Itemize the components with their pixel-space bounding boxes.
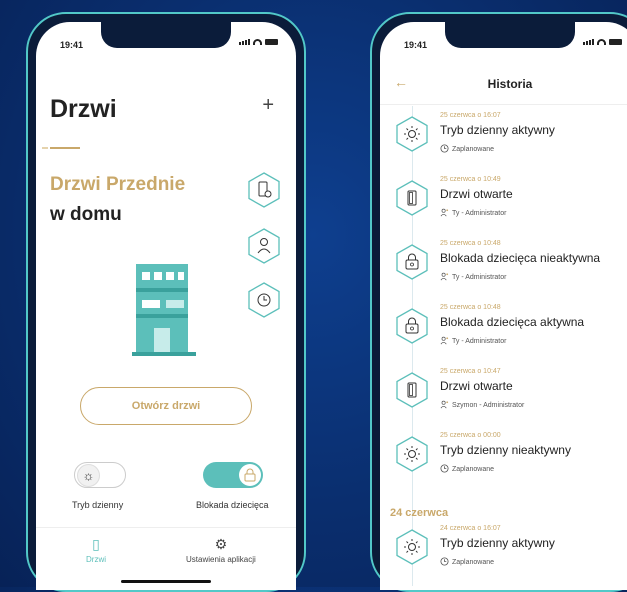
signal-icon xyxy=(583,39,594,45)
tab-app-settings[interactable]: ⚙ Ustawienia aplikacji xyxy=(186,536,256,564)
history-entry: 25 czerwca o 10:48 Blokada dziecięca akty… xyxy=(380,304,627,366)
entry-subtitle-text: Zaplanowane xyxy=(452,466,495,473)
status-icons xyxy=(239,39,278,45)
clock-icon xyxy=(440,144,449,155)
clock-icon xyxy=(440,557,449,568)
tab-doors-label: Drzwi xyxy=(86,555,106,564)
history-icon xyxy=(248,282,280,318)
entry-subtitle: Ty - Administrator xyxy=(440,336,506,347)
sun-icon xyxy=(396,436,428,472)
door-name: Drzwi Przednie xyxy=(50,174,186,195)
sun-icon: ☼ xyxy=(77,464,100,487)
admin-icon xyxy=(440,272,449,283)
door-settings-button[interactable] xyxy=(248,172,280,208)
wifi-icon xyxy=(253,39,262,45)
entry-date: 25 czerwca o 00:00 xyxy=(440,432,501,439)
entry-date: 25 czerwca o 10:49 xyxy=(440,176,501,183)
notch xyxy=(101,22,231,48)
child-lock-icon xyxy=(239,464,261,486)
door-location: w domu xyxy=(50,204,122,225)
header-divider xyxy=(380,104,627,105)
day-header: 24 czerwca xyxy=(390,507,449,519)
status-time: 19:41 xyxy=(404,40,428,50)
door-icon xyxy=(396,372,428,408)
day-mode-toggle[interactable]: ☼ xyxy=(74,462,126,488)
clock-icon xyxy=(440,464,449,475)
history-entry: 25 czerwca o 10:47 Drzwi otwarte Szymon - … xyxy=(380,368,627,430)
status-time: 19:41 xyxy=(60,40,84,50)
entry-title: Drzwi otwarte xyxy=(440,379,513,393)
history-entry: 24 czerwca o 16:07 Tryb dzienny aktywny Za… xyxy=(380,525,627,587)
entry-subtitle-text: Zaplanowane xyxy=(452,559,495,566)
child-lock-label: Blokada dziecięca xyxy=(196,500,269,510)
entry-subtitle: Zaplanowane xyxy=(440,144,494,155)
entry-title: Tryb dzienny aktywny xyxy=(440,536,555,550)
entry-title: Blokada dziecięca nieaktywna xyxy=(440,251,601,265)
doors-screen: 19:41 Drzwi + Drzwi Przednie w domu Otwó… xyxy=(36,22,296,590)
entry-subtitle: Zaplanowane xyxy=(440,557,494,568)
door-icon xyxy=(396,180,428,216)
gear-icon: ⚙ xyxy=(214,536,228,552)
day-mode-label: Tryb dzienny xyxy=(72,500,124,510)
accent-divider xyxy=(42,147,80,149)
entry-subtitle: Ty - Administrator xyxy=(440,272,506,283)
entry-subtitle-text: Ty - Administrator xyxy=(452,338,507,345)
entry-date: 25 czerwca o 10:48 xyxy=(440,240,501,247)
status-icons xyxy=(583,39,622,45)
entry-subtitle-text: Zaplanowane xyxy=(452,146,495,153)
entry-date: 25 czerwca o 16:07 xyxy=(440,112,501,119)
child-lock-toggle[interactable] xyxy=(203,462,263,488)
door-icon: ▯ xyxy=(92,536,100,552)
history-button[interactable] xyxy=(248,282,280,318)
history-entry: 25 czerwca o 00:00 Tryb dzienny nieaktywn… xyxy=(380,432,627,494)
home-indicator xyxy=(121,580,211,583)
sun-icon xyxy=(396,529,428,565)
open-door-button[interactable]: Otwórz drzwi xyxy=(80,387,252,425)
entry-subtitle-text: Ty - Administrator xyxy=(452,210,507,217)
phone-history: 19:41 ← Historia 25 czerwca o 16:07 Tryb … xyxy=(370,12,627,592)
child-lock-icon xyxy=(396,244,428,280)
entry-subtitle: Szymon - Administrator xyxy=(440,400,524,411)
entry-date: 24 czerwca o 16:07 xyxy=(440,525,501,532)
entry-title: Tryb dzienny aktywny xyxy=(440,123,555,137)
door-settings-icon xyxy=(248,172,280,208)
admin-icon xyxy=(440,208,449,219)
entry-date: 25 czerwca o 10:48 xyxy=(440,304,501,311)
battery-icon xyxy=(265,39,278,45)
history-screen: 19:41 ← Historia 25 czerwca o 16:07 Tryb … xyxy=(380,22,627,590)
admin-icon xyxy=(440,400,449,411)
tab-doors[interactable]: ▯ Drzwi xyxy=(86,536,106,564)
history-entry: 25 czerwca o 16:07 Tryb dzienny aktywny Za… xyxy=(380,112,627,174)
page-title: Historia xyxy=(487,77,533,91)
tab-settings-label: Ustawienia aplikacji xyxy=(186,555,256,564)
plus-icon[interactable]: + xyxy=(262,94,274,117)
building-illustration xyxy=(132,264,196,363)
entry-title: Tryb dzienny nieaktywny xyxy=(440,443,571,457)
notch xyxy=(445,22,575,48)
page-title: Drzwi xyxy=(50,95,117,123)
history-entry: 25 czerwca o 10:49 Drzwi otwarte Ty - Admi… xyxy=(380,176,627,238)
history-entry: 25 czerwca o 10:48 Blokada dziecięca niea… xyxy=(380,240,627,302)
entry-title: Drzwi otwarte xyxy=(440,187,513,201)
phone-doors: 19:41 Drzwi + Drzwi Przednie w domu Otwó… xyxy=(26,12,306,592)
child-lock-icon xyxy=(396,308,428,344)
entry-subtitle-text: Szymon - Administrator xyxy=(452,402,525,409)
entry-title: Blokada dziecięca aktywna xyxy=(440,315,585,329)
entry-date: 25 czerwca o 10:47 xyxy=(440,368,501,375)
entry-subtitle-text: Ty - Administrator xyxy=(452,274,507,281)
wifi-icon xyxy=(597,39,606,45)
battery-icon xyxy=(609,39,622,45)
sun-icon xyxy=(396,116,428,152)
user-button[interactable] xyxy=(248,228,280,264)
signal-icon xyxy=(239,39,250,45)
tab-bar: ▯ Drzwi ⚙ Ustawienia aplikacji xyxy=(36,527,296,590)
entry-subtitle: Zaplanowane xyxy=(440,464,494,475)
admin-icon xyxy=(440,336,449,347)
user-icon xyxy=(248,228,280,264)
entry-subtitle: Ty - Administrator xyxy=(440,208,506,219)
